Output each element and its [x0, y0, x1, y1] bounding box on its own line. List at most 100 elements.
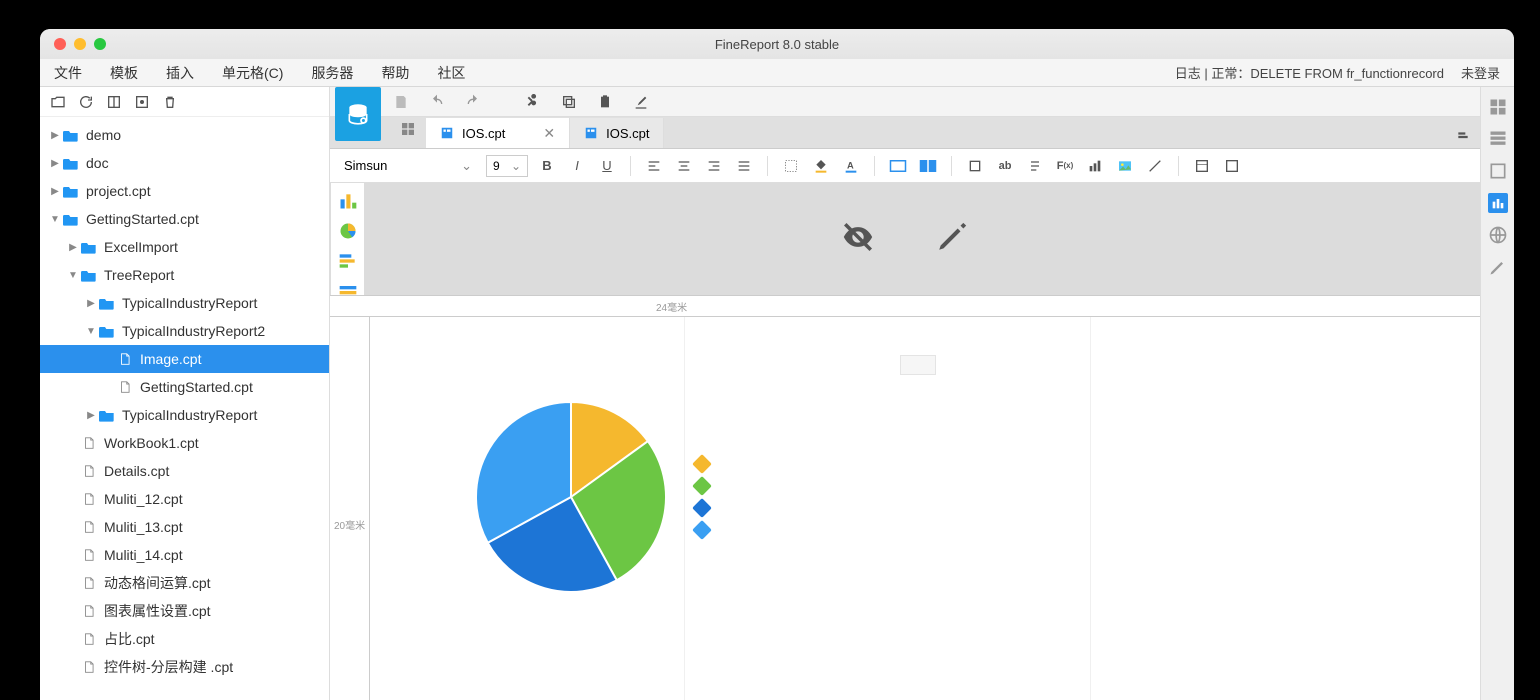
menu-cell[interactable]: 单元格(C) — [222, 63, 283, 83]
menu-community[interactable]: 社区 — [437, 63, 465, 83]
tab-overflow-icon[interactable] — [1452, 126, 1474, 148]
fill-color-icon[interactable] — [810, 155, 832, 177]
chart-column-icon[interactable] — [338, 191, 358, 211]
tree-file[interactable]: Image.cpt — [40, 345, 329, 373]
close-tab-icon[interactable]: ✕ — [543, 125, 555, 142]
horizontal-ruler: 24毫米 — [330, 295, 1480, 317]
refresh-icon[interactable] — [78, 94, 94, 110]
ruler-h-label: 24毫米 — [656, 299, 687, 314]
datasource-icon[interactable] — [335, 87, 381, 141]
italic-icon[interactable]: I — [566, 155, 588, 177]
insert-cell-icon[interactable] — [964, 155, 986, 177]
window-controls — [54, 38, 106, 50]
tree-file[interactable]: GettingStarted.cpt — [40, 373, 329, 401]
delete-icon[interactable] — [162, 94, 178, 110]
tree-file[interactable]: Muliti_13.cpt — [40, 513, 329, 541]
tree-folder[interactable]: ▼TreeReport — [40, 261, 329, 289]
align-right-icon[interactable] — [703, 155, 725, 177]
svg-text:A: A — [847, 160, 854, 170]
view2-icon[interactable] — [134, 94, 150, 110]
bold-icon[interactable]: B — [536, 155, 558, 177]
table-panel-icon[interactable] — [1488, 129, 1508, 149]
tree-file[interactable]: WorkBook1.cpt — [40, 429, 329, 457]
underline-icon[interactable]: U — [596, 155, 618, 177]
align-center-icon[interactable] — [673, 155, 695, 177]
maximize-icon[interactable] — [94, 38, 106, 50]
right-panel-strip — [1480, 87, 1514, 700]
font-size-selector[interactable]: 9⌄ — [486, 155, 528, 177]
menu-template[interactable]: 模板 — [110, 63, 138, 83]
tree-folder[interactable]: ▶TypicalIndustryReport — [40, 401, 329, 429]
tab-active[interactable]: IOS.cpt ✕ — [426, 118, 570, 148]
unmerge-icon[interactable] — [917, 155, 939, 177]
insert-subreport-icon[interactable] — [1191, 155, 1213, 177]
insert-richtext-icon[interactable] — [1024, 155, 1046, 177]
tree-folder[interactable]: ▼TypicalIndustryReport2 — [40, 317, 329, 345]
file-tree[interactable]: ▶demo▶doc▶project.cpt▼GettingStarted.cpt… — [40, 117, 329, 700]
titlebar[interactable]: FineReport 8.0 stable — [40, 29, 1514, 59]
redo-icon[interactable] — [462, 91, 484, 113]
format-painter-icon[interactable] — [630, 91, 652, 113]
tree-file[interactable]: 动态格间运算.cpt — [40, 569, 329, 597]
insert-float-icon[interactable] — [1221, 155, 1243, 177]
pencil-icon[interactable] — [935, 220, 969, 259]
visibility-off-icon[interactable] — [841, 220, 875, 259]
copy-icon[interactable] — [558, 91, 580, 113]
tree-file[interactable]: Muliti_12.cpt — [40, 485, 329, 513]
cut-icon[interactable] — [522, 91, 544, 113]
grid-panel-icon[interactable] — [1488, 97, 1508, 117]
menu-bar: 文件 模板 插入 单元格(C) 服务器 帮助 社区 日志 | 正常：DELETE… — [40, 59, 1514, 87]
file-tree-panel: ▶demo▶doc▶project.cpt▼GettingStarted.cpt… — [40, 87, 330, 700]
format-toolbar: Simsun⌄ 9⌄ B I U A ab — [330, 149, 1480, 183]
window-title: FineReport 8.0 stable — [715, 37, 839, 52]
open-icon[interactable] — [50, 94, 66, 110]
menu-file[interactable]: 文件 — [54, 63, 82, 83]
close-icon[interactable] — [54, 38, 66, 50]
chart-bar-icon[interactable] — [338, 251, 358, 271]
layout-panel-icon[interactable] — [1488, 161, 1508, 181]
save-icon[interactable] — [390, 91, 412, 113]
insert-chart-icon[interactable] — [1084, 155, 1106, 177]
insert-slope-icon[interactable] — [1144, 155, 1166, 177]
web-panel-icon[interactable] — [1488, 225, 1508, 245]
design-header — [330, 183, 1480, 295]
tree-file[interactable]: 控件树-分层构建 .cpt — [40, 653, 329, 681]
merge-icon[interactable] — [887, 155, 909, 177]
tab-inactive[interactable]: IOS.cpt — [570, 118, 664, 148]
tree-file[interactable]: 占比.cpt — [40, 625, 329, 653]
undo-icon[interactable] — [426, 91, 448, 113]
menu-insert[interactable]: 插入 — [166, 63, 194, 83]
status-text: 日志 | 正常：DELETE FROM fr_functionrecord — [1175, 63, 1444, 82]
tree-folder[interactable]: ▶doc — [40, 149, 329, 177]
chart-pie-icon[interactable] — [338, 221, 358, 241]
view1-icon[interactable] — [106, 94, 122, 110]
main-toolbar — [330, 87, 1480, 117]
insert-image-icon[interactable] — [1114, 155, 1136, 177]
menu-server[interactable]: 服务器 — [311, 63, 353, 83]
align-justify-icon[interactable] — [733, 155, 755, 177]
tree-folder[interactable]: ▼GettingStarted.cpt — [40, 205, 329, 233]
tree-folder[interactable]: ▶TypicalIndustryReport — [40, 289, 329, 317]
tree-toolbar — [40, 87, 329, 117]
font-color-icon[interactable]: A — [840, 155, 862, 177]
vertical-ruler: 20毫米 — [330, 317, 370, 700]
login-status[interactable]: 未登录 — [1461, 63, 1500, 82]
tree-folder[interactable]: ▶demo — [40, 121, 329, 149]
tree-file[interactable]: Details.cpt — [40, 457, 329, 485]
border-icon[interactable] — [780, 155, 802, 177]
insert-text-icon[interactable]: ab — [994, 155, 1016, 177]
menu-help[interactable]: 帮助 — [381, 63, 409, 83]
font-selector[interactable]: Simsun⌄ — [338, 158, 478, 174]
tree-folder[interactable]: ▶project.cpt — [40, 177, 329, 205]
tree-file[interactable]: Muliti_14.cpt — [40, 541, 329, 569]
tree-file[interactable]: 图表属性设置.cpt — [40, 597, 329, 625]
edit-panel-icon[interactable] — [1488, 257, 1508, 277]
align-left-icon[interactable] — [643, 155, 665, 177]
tree-folder[interactable]: ▶ExcelImport — [40, 233, 329, 261]
minimize-icon[interactable] — [74, 38, 86, 50]
new-tab-icon[interactable] — [390, 115, 426, 148]
empty-cell[interactable] — [900, 355, 936, 375]
chart-panel-icon[interactable] — [1488, 193, 1508, 213]
paste-icon[interactable] — [594, 91, 616, 113]
insert-formula-icon[interactable]: F(x) — [1054, 155, 1076, 177]
